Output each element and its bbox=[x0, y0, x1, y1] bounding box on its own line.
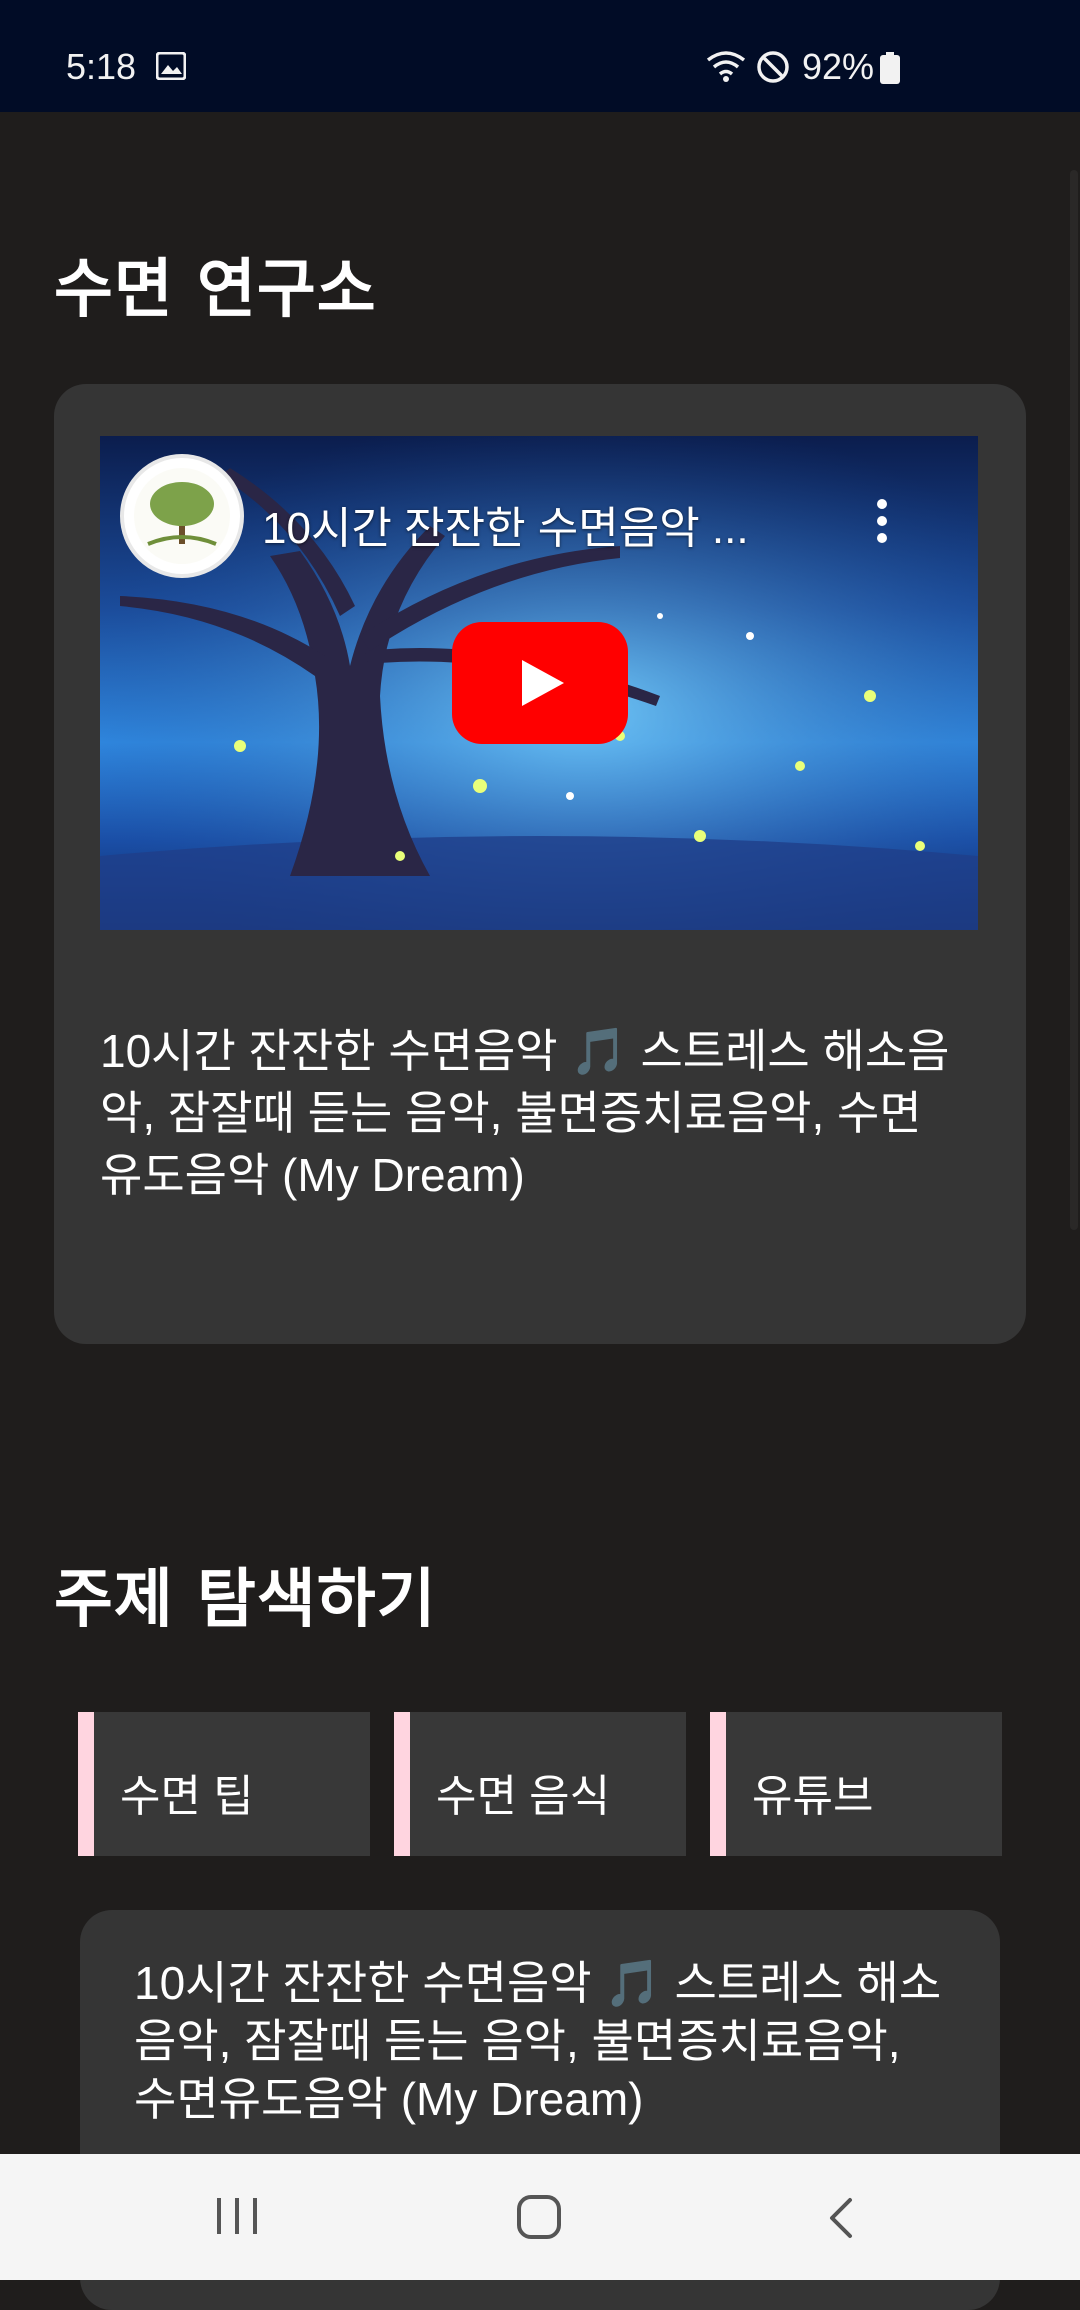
tab-youtube[interactable]: 유튜브 bbox=[710, 1712, 1002, 1856]
tab-sleep-food[interactable]: 수면 음식 bbox=[394, 1712, 686, 1856]
more-options-icon[interactable] bbox=[874, 496, 890, 546]
tab-label: 수면 팁 bbox=[120, 1772, 254, 1821]
scroll-indicator[interactable] bbox=[1070, 170, 1078, 1230]
back-icon[interactable] bbox=[826, 2196, 856, 2240]
video-description: 10시간 잔잔한 수면음악 🎵 스트레스 해소음악, 잠잘때 듣는 음악, 불면… bbox=[100, 1025, 950, 1201]
tab-sleep-tips[interactable]: 수면 팁 bbox=[78, 1712, 370, 1856]
system-navigation-bar bbox=[0, 2154, 1080, 2280]
video-card: 10시간 잔잔한 수면음악 ... 10시간 잔잔한 수면음악 🎵 스트레스 해… bbox=[54, 384, 1026, 1344]
battery-icon bbox=[880, 52, 900, 84]
recent-apps-icon[interactable] bbox=[214, 2196, 260, 2236]
status-time: 5:18 bbox=[66, 46, 137, 87]
tab-label: 유튜브 bbox=[752, 1772, 874, 1821]
play-icon[interactable] bbox=[452, 622, 628, 744]
gallery-icon bbox=[156, 52, 186, 80]
wifi-icon bbox=[706, 51, 746, 82]
video-overlay-title[interactable]: 10시간 잔잔한 수면음악 ... bbox=[262, 492, 749, 556]
section-title-explore: 주제 탐색하기 bbox=[54, 1563, 437, 1637]
channel-avatar[interactable] bbox=[120, 454, 244, 578]
do-not-disturb-icon bbox=[757, 51, 789, 83]
youtube-video-player[interactable]: 10시간 잔잔한 수면음악 ... bbox=[100, 436, 978, 930]
battery-percent: 92% bbox=[802, 46, 875, 87]
page-title: 수면 연구소 bbox=[54, 253, 377, 327]
result-card-description: 10시간 잔잔한 수면음악 🎵 스트레스 해소음악, 잠잘때 듣는 음악, 불면… bbox=[134, 1957, 942, 2125]
status-bar: 5:18 92% bbox=[0, 0, 1080, 112]
tab-label: 수면 음식 bbox=[436, 1772, 611, 1821]
home-icon[interactable] bbox=[516, 2194, 562, 2240]
